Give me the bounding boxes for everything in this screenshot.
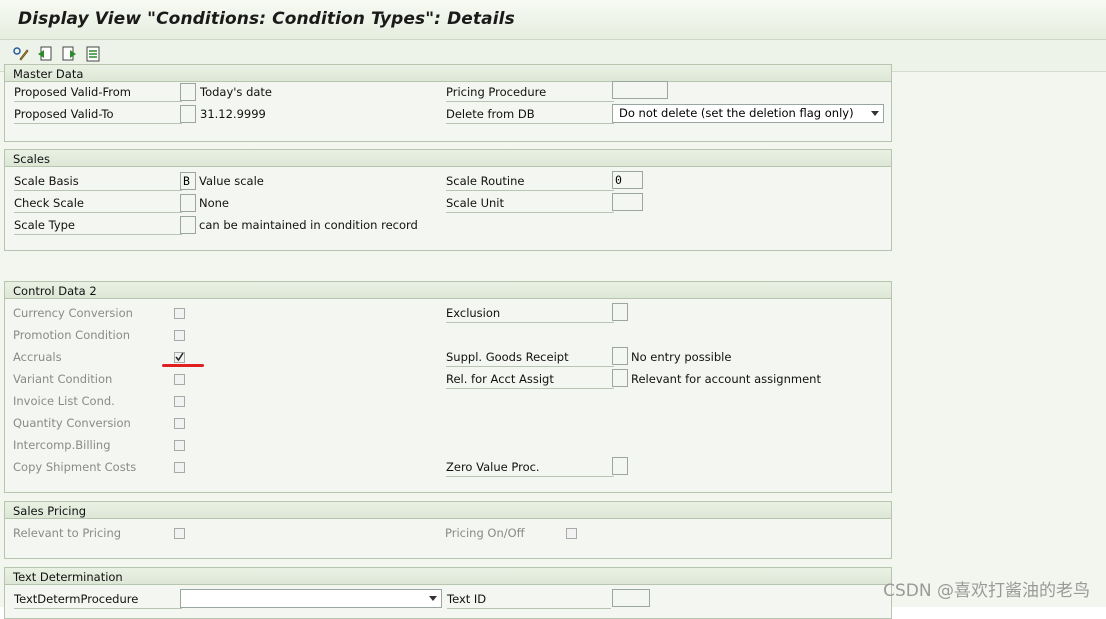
scales-header: Scales xyxy=(5,150,891,167)
scale-type-desc: can be maintained in condition record xyxy=(199,218,418,232)
zero-value-proc-label: Zero Value Proc. xyxy=(446,459,614,477)
scales-group: Scales Scale Basis B Value scale Check S… xyxy=(4,149,892,251)
master-data-group: Master Data Proposed Valid-From Today's … xyxy=(4,64,892,142)
suppl-goods-receipt-desc: No entry possible xyxy=(631,350,732,364)
promotion-condition-checkbox[interactable] xyxy=(174,330,185,341)
proposed-valid-from-desc: Today's date xyxy=(200,85,272,99)
zero-value-proc-field[interactable] xyxy=(612,457,628,475)
window-title: Display View "Conditions: Condition Type… xyxy=(18,9,515,29)
quantity-conversion-label: Quantity Conversion xyxy=(13,416,131,430)
exclusion-field[interactable] xyxy=(612,303,628,321)
scale-basis-label: Scale Basis xyxy=(14,173,182,191)
currency-conversion-checkbox[interactable] xyxy=(174,308,185,319)
scale-unit-field[interactable] xyxy=(612,193,643,211)
intercomp-billing-label: Intercomp.Billing xyxy=(13,438,111,452)
scale-type-field[interactable] xyxy=(180,216,196,234)
text-determination-title: Text Determination xyxy=(13,570,123,584)
invoice-list-cond-checkbox[interactable] xyxy=(174,396,185,407)
chevron-down-icon[interactable] xyxy=(871,111,879,116)
text-determination-group: Text Determination TextDetermProcedure T… xyxy=(4,567,892,619)
delete-from-db-value: Do not delete (set the deletion flag onl… xyxy=(619,106,854,120)
check-scale-label: Check Scale xyxy=(14,195,182,213)
next-entry-icon[interactable] xyxy=(60,45,78,63)
variant-condition-label: Variant Condition xyxy=(13,372,113,386)
promotion-condition-label: Promotion Condition xyxy=(13,328,131,342)
control-data-2-title: Control Data 2 xyxy=(13,284,97,298)
pricing-on-off-checkbox[interactable] xyxy=(566,528,577,539)
check-scale-desc: None xyxy=(199,196,230,210)
other-entry-icon[interactable] xyxy=(84,45,102,63)
pricing-procedure-field[interactable] xyxy=(612,81,668,99)
checkmark-icon xyxy=(175,352,184,362)
copy-shipment-costs-label: Copy Shipment Costs xyxy=(13,460,137,474)
invoice-list-cond-label: Invoice List Cond. xyxy=(13,394,115,408)
proposed-valid-from-field[interactable] xyxy=(180,83,196,101)
control-data-2-header: Control Data 2 xyxy=(5,282,891,299)
control-data-2-group: Control Data 2 Currency Conversion Promo… xyxy=(4,281,892,493)
text-id-label: Text ID xyxy=(447,591,611,609)
quantity-conversion-checkbox[interactable] xyxy=(174,418,185,429)
relevant-to-pricing-checkbox[interactable] xyxy=(174,528,185,539)
scale-unit-label: Scale Unit xyxy=(446,195,614,213)
rel-acct-assig-label: Rel. for Acct Assigt xyxy=(446,371,614,389)
scales-title: Scales xyxy=(13,152,50,166)
sales-pricing-header: Sales Pricing xyxy=(5,502,891,519)
variant-condition-checkbox[interactable] xyxy=(174,374,185,385)
pricing-procedure-label: Pricing Procedure xyxy=(446,84,614,102)
master-data-title: Master Data xyxy=(13,67,84,81)
display-change-icon[interactable] xyxy=(12,45,30,63)
exclusion-label: Exclusion xyxy=(446,305,614,323)
intercomp-billing-checkbox[interactable] xyxy=(174,440,185,451)
proposed-valid-from-label: Proposed Valid-From xyxy=(14,84,182,102)
rel-acct-assig-desc: Relevant for account assignment xyxy=(631,372,821,386)
title-bar: Display View "Conditions: Condition Type… xyxy=(0,0,1106,40)
previous-entry-icon[interactable] xyxy=(36,45,54,63)
check-scale-field[interactable] xyxy=(180,194,196,212)
text-id-field[interactable] xyxy=(612,589,650,607)
text-determ-procedure-dropdown[interactable] xyxy=(180,589,442,608)
suppl-goods-receipt-field[interactable] xyxy=(612,347,628,365)
sales-pricing-group: Sales Pricing Relevant to Pricing Pricin… xyxy=(4,501,892,559)
suppl-goods-receipt-label: Suppl. Goods Receipt xyxy=(446,349,614,367)
scale-basis-field[interactable]: B xyxy=(180,172,196,190)
rel-acct-assig-field[interactable] xyxy=(612,369,628,387)
master-data-header: Master Data xyxy=(5,65,891,82)
annotation-underline xyxy=(162,364,204,367)
pricing-on-off-label: Pricing On/Off xyxy=(445,526,525,540)
delete-from-db-dropdown[interactable]: Do not delete (set the deletion flag onl… xyxy=(612,104,884,123)
watermark: CSDN @喜欢打酱油的老鸟 xyxy=(883,581,1090,601)
scale-routine-label: Scale Routine xyxy=(446,173,614,191)
chevron-down-icon[interactable] xyxy=(429,596,437,601)
accruals-checkbox[interactable] xyxy=(174,352,185,363)
proposed-valid-to-label: Proposed Valid-To xyxy=(14,106,182,124)
scale-type-label: Scale Type xyxy=(14,217,182,235)
proposed-valid-to-field[interactable] xyxy=(180,105,196,123)
screen-content: Master Data Proposed Valid-From Today's … xyxy=(0,64,1106,619)
sales-pricing-title: Sales Pricing xyxy=(13,504,87,518)
text-determination-header: Text Determination xyxy=(5,568,891,585)
accruals-label: Accruals xyxy=(13,350,62,364)
scale-routine-field[interactable]: 0 xyxy=(612,171,643,189)
scale-basis-desc: Value scale xyxy=(199,174,264,188)
proposed-valid-to-desc: 31.12.9999 xyxy=(200,107,266,121)
relevant-to-pricing-label: Relevant to Pricing xyxy=(13,526,122,540)
delete-from-db-label: Delete from DB xyxy=(446,106,614,124)
currency-conversion-label: Currency Conversion xyxy=(13,306,133,320)
copy-shipment-costs-checkbox[interactable] xyxy=(174,462,185,473)
text-determ-procedure-label: TextDetermProcedure xyxy=(14,591,182,609)
